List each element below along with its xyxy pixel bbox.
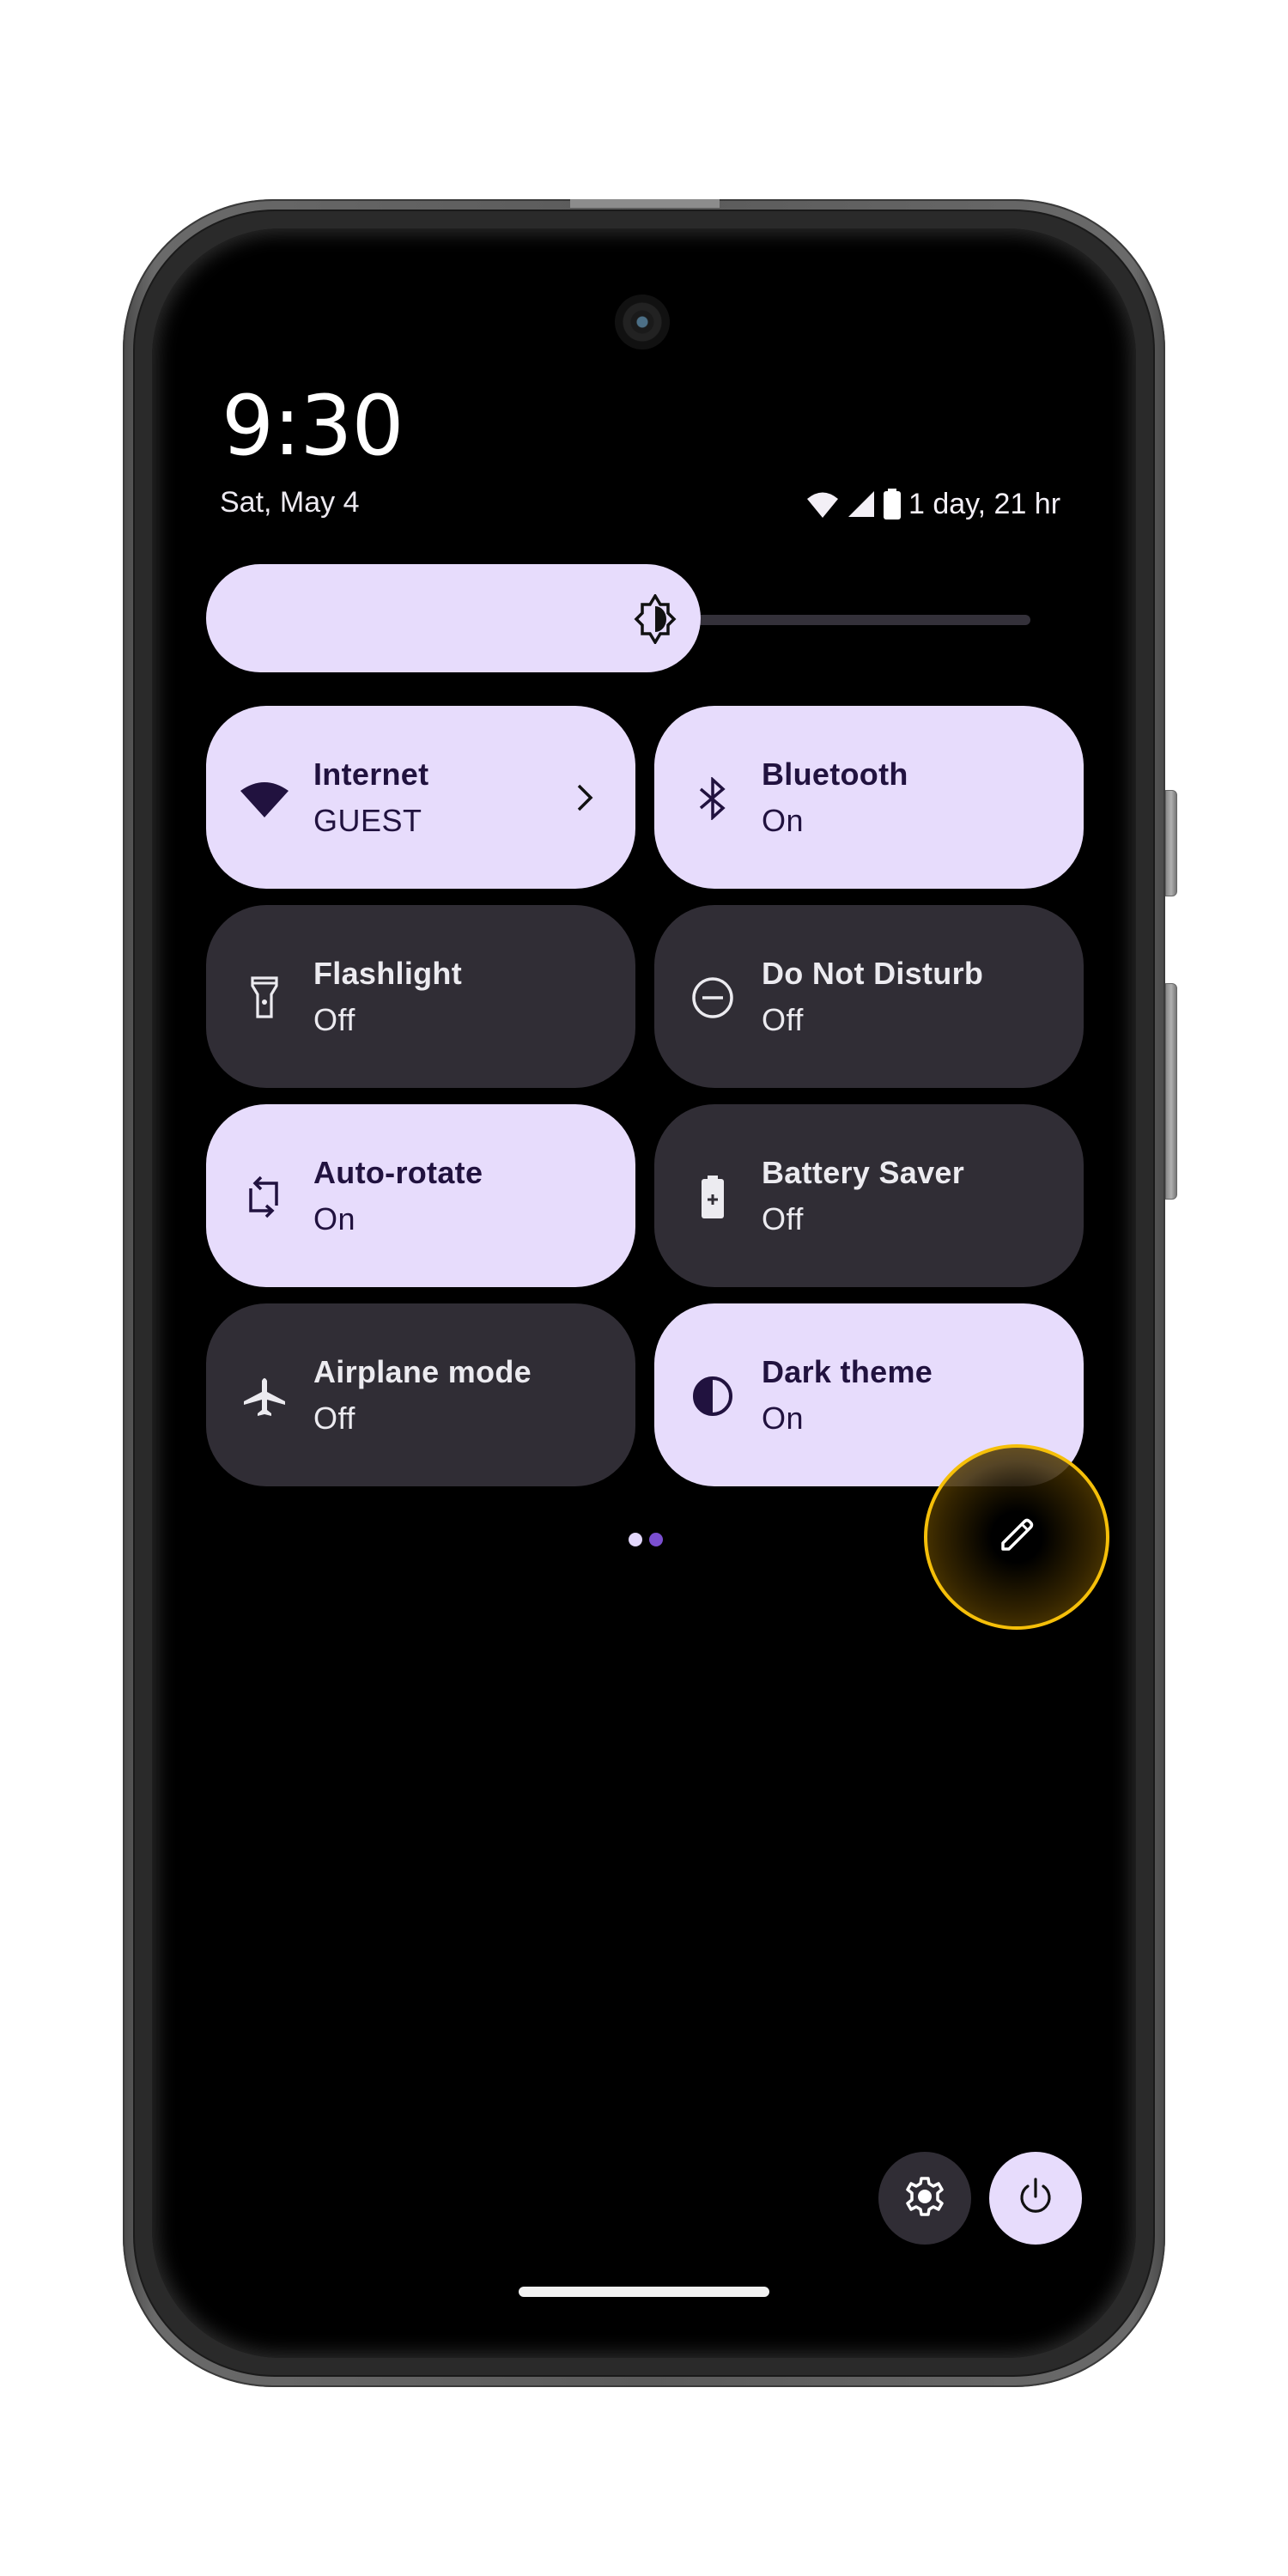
edit-tiles-button[interactable] [924, 1444, 1109, 1630]
tile-do-not-disturb[interactable]: Do Not Disturb Off [654, 905, 1084, 1088]
tile-text: Battery Saver Off [762, 1151, 964, 1243]
settings-button[interactable] [878, 2152, 971, 2245]
tile-state: Off [313, 1400, 355, 1436]
hardware-power-button[interactable] [1165, 790, 1177, 896]
tile-state: On [313, 1201, 356, 1236]
flashlight-icon [239, 972, 290, 1024]
hardware-volume-rocker[interactable] [1165, 983, 1177, 1200]
settings-gear-icon [903, 2175, 946, 2222]
front-camera [615, 295, 670, 349]
tile-text: Bluetooth On [762, 752, 908, 845]
chevron-right-icon[interactable] [567, 779, 601, 817]
tile-text: Airplane mode Off [313, 1350, 532, 1443]
power-icon [1017, 2177, 1054, 2220]
tile-title: Airplane mode [313, 1354, 532, 1389]
tile-state: Off [313, 1002, 355, 1037]
tile-state: Off [762, 1201, 804, 1236]
tile-title: Flashlight [313, 956, 462, 991]
tile-state: On [762, 1400, 805, 1436]
tile-state: GUEST [313, 803, 422, 838]
tile-title: Do Not Disturb [762, 956, 984, 991]
tile-title: Internet [313, 756, 429, 792]
brightness-slider-fill[interactable] [206, 564, 701, 672]
airplane-icon [239, 1370, 290, 1422]
battery-icon [883, 489, 902, 519]
tile-title: Battery Saver [762, 1155, 965, 1190]
power-menu-button[interactable] [989, 2152, 1082, 2245]
tile-auto-rotate[interactable]: Auto-rotate On [206, 1104, 635, 1287]
tile-state: Off [762, 1002, 804, 1037]
brightness-auto-icon [634, 592, 677, 646]
wifi-icon [805, 489, 840, 519]
tile-text: Internet GUEST [313, 752, 428, 845]
tile-text: Auto-rotate On [313, 1151, 483, 1243]
tile-title: Auto-rotate [313, 1155, 483, 1190]
page-indicator-dot-1[interactable] [629, 1533, 642, 1546]
edit-icon [998, 1516, 1036, 1558]
tile-airplane-mode[interactable]: Airplane mode Off [206, 1303, 635, 1486]
tile-battery-saver[interactable]: Battery Saver Off [654, 1104, 1084, 1287]
bluetooth-icon [687, 773, 738, 824]
cellular-signal-icon [847, 489, 876, 519]
tile-bluetooth[interactable]: Bluetooth On [654, 706, 1084, 889]
gesture-navigation-handle[interactable] [519, 2287, 769, 2297]
battery-estimate: 1 day, 21 hr [908, 487, 1061, 520]
tile-text: Dark theme On [762, 1350, 933, 1443]
status-icons: 1 day, 21 hr [805, 483, 1060, 525]
tile-flashlight[interactable]: Flashlight Off [206, 905, 635, 1088]
page-indicator-dot-2[interactable] [649, 1533, 663, 1546]
screen [152, 228, 1136, 2358]
wifi-icon [239, 773, 290, 824]
tile-text: Do Not Disturb Off [762, 951, 983, 1044]
tile-internet[interactable]: Internet GUEST [206, 706, 635, 889]
top-antenna-band [570, 199, 720, 208]
phone-bezel [133, 210, 1155, 2377]
battery-saver-icon [687, 1171, 738, 1223]
dark-theme-icon [687, 1370, 738, 1422]
clock[interactable]: 9:30 [222, 378, 404, 474]
tile-title: Dark theme [762, 1354, 933, 1389]
tile-text: Flashlight Off [313, 951, 462, 1044]
auto-rotate-icon [239, 1171, 290, 1223]
tile-title: Bluetooth [762, 756, 908, 792]
do-not-disturb-icon [687, 972, 738, 1024]
tile-state: On [762, 803, 805, 838]
date[interactable]: Sat, May 4 [220, 486, 360, 519]
phone-frame [123, 199, 1165, 2387]
